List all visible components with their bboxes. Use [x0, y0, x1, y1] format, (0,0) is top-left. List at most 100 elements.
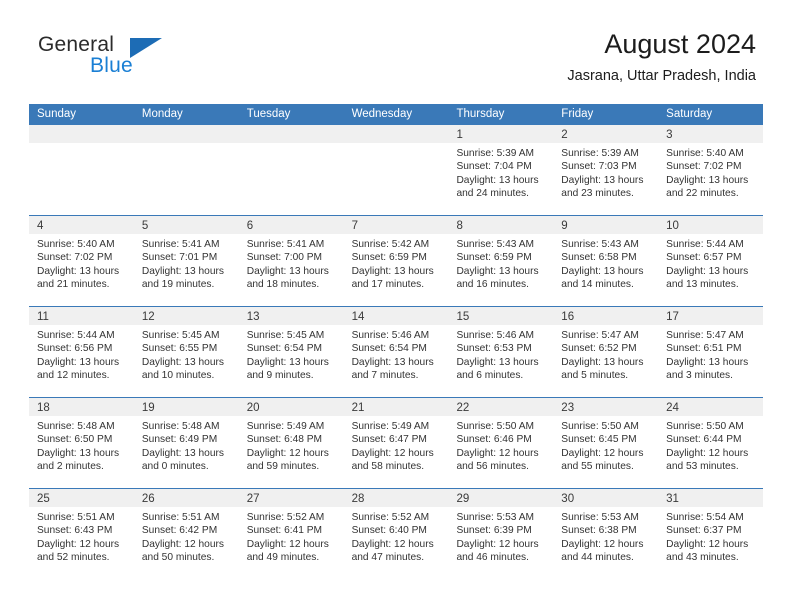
sunrise-text: Sunrise: 5:48 AM [141, 421, 220, 432]
calendar-weeks: 1 Sunrise: 5:39 AM Sunset: 7:04 PM Daylight… [29, 125, 764, 579]
calendar-day-cell[interactable]: 29 Sunrise: 5:53 AM Sunset: 6:39 PM Dayligh… [448, 489, 554, 579]
daylight-text: Daylight: 13 hours and 5 minutes. [561, 356, 644, 382]
sunset-text: Sunset: 7:01 PM [141, 252, 218, 264]
calendar-day-number-band: 12 [133, 307, 239, 325]
calendar-day-info: Sunrise: 5:39 AM Sunset: 7:04 PM Daylight:… [448, 143, 553, 201]
calendar-day-info: Sunrise: 5:53 AM Sunset: 6:39 PM Daylight:… [448, 507, 553, 565]
daylight-text: Daylight: 12 hours and 49 minutes. [246, 538, 329, 564]
calendar-day-info: Sunrise: 5:41 AM Sunset: 7:01 PM Daylight:… [134, 234, 239, 292]
calendar-day-cell[interactable]: 9 Sunrise: 5:43 AM Sunset: 6:58 PM Daylight… [553, 216, 659, 306]
sunrise-text: Sunrise: 5:53 AM [456, 512, 535, 523]
calendar-day-info: Sunrise: 5:42 AM Sunset: 6:59 PM Daylight:… [344, 234, 449, 292]
calendar-week-row: 11 Sunrise: 5:44 AM Sunset: 6:56 PM Dayligh… [29, 306, 764, 397]
sunset-text: Sunset: 6:50 PM [37, 434, 113, 446]
calendar-day-cell[interactable]: 16 Sunrise: 5:47 AM Sunset: 6:52 PM Dayligh… [553, 307, 659, 397]
calendar-day-number-band: 10 [658, 216, 764, 234]
calendar-day-cell[interactable]: 24 Sunrise: 5:50 AM Sunset: 6:44 PM Dayligh… [658, 398, 764, 488]
calendar-day-number: 6 [246, 220, 254, 232]
calendar-day-cell[interactable]: 6 Sunrise: 5:41 AM Sunset: 7:00 PM Daylight… [238, 216, 344, 306]
calendar-day-cell[interactable]: 27 Sunrise: 5:52 AM Sunset: 6:41 PM Dayligh… [238, 489, 344, 579]
calendar-day-cell[interactable]: 10 Sunrise: 5:44 AM Sunset: 6:57 PM Dayligh… [658, 216, 764, 306]
calendar-day-cell[interactable]: 20 Sunrise: 5:49 AM Sunset: 6:48 PM Dayligh… [238, 398, 344, 488]
calendar-day-cell[interactable]: 2 Sunrise: 5:39 AM Sunset: 7:03 PM Daylight… [553, 125, 659, 215]
calendar-day-number-band: 14 [343, 307, 449, 325]
weekday-header-row: Sunday Monday Tuesday Wednesday Thursday… [29, 104, 763, 125]
calendar-day-info: Sunrise: 5:49 AM Sunset: 6:47 PM Daylight:… [344, 416, 449, 474]
calendar-day-cell[interactable]: 8 Sunrise: 5:43 AM Sunset: 6:59 PM Daylight… [448, 216, 554, 306]
calendar-day-info: Sunrise: 5:50 AM Sunset: 6:46 PM Daylight:… [448, 416, 553, 474]
calendar-day-empty [238, 125, 344, 215]
calendar-week-row: 18 Sunrise: 5:48 AM Sunset: 6:50 PM Dayligh… [29, 397, 764, 488]
calendar-day-info: Sunrise: 5:43 AM Sunset: 6:59 PM Daylight:… [448, 234, 553, 292]
calendar-day-cell[interactable]: 31 Sunrise: 5:54 AM Sunset: 6:37 PM Dayligh… [658, 489, 764, 579]
calendar-day-cell[interactable]: 18 Sunrise: 5:48 AM Sunset: 6:50 PM Dayligh… [29, 398, 134, 488]
calendar-day-cell[interactable]: 23 Sunrise: 5:50 AM Sunset: 6:45 PM Dayligh… [553, 398, 659, 488]
calendar-day-number-band: 4 [29, 216, 134, 234]
sunrise-text: Sunrise: 5:39 AM [561, 148, 639, 159]
calendar-day-cell[interactable]: 15 Sunrise: 5:46 AM Sunset: 6:53 PM Dayligh… [448, 307, 554, 397]
calendar-day-cell[interactable]: 26 Sunrise: 5:51 AM Sunset: 6:42 PM Dayligh… [133, 489, 239, 579]
calendar-day-cell[interactable]: 19 Sunrise: 5:48 AM Sunset: 6:49 PM Dayligh… [133, 398, 239, 488]
calendar-day-number: 15 [456, 311, 470, 323]
calendar-day-cell[interactable]: 4 Sunrise: 5:40 AM Sunset: 7:02 PM Daylight… [29, 216, 134, 306]
calendar-day-cell[interactable]: 3 Sunrise: 5:40 AM Sunset: 7:02 PM Daylight… [658, 125, 764, 215]
calendar-day-info: Sunrise: 5:39 AM Sunset: 7:03 PM Daylight:… [553, 143, 658, 201]
calendar-day-number-band: 17 [658, 307, 764, 325]
brand-logo[interactable]: General Blue [32, 33, 232, 91]
calendar-day-cell[interactable]: 22 Sunrise: 5:50 AM Sunset: 6:46 PM Dayligh… [448, 398, 554, 488]
calendar-day-number: 22 [456, 402, 470, 414]
calendar-day-number: 31 [666, 493, 679, 505]
calendar-day-number: 4 [37, 220, 44, 232]
daylight-text: Daylight: 13 hours and 12 minutes. [37, 356, 120, 382]
calendar-day-info: Sunrise: 5:52 AM Sunset: 6:40 PM Daylight:… [344, 507, 449, 565]
calendar-day-info: Sunrise: 5:47 AM Sunset: 6:52 PM Daylight:… [553, 325, 658, 383]
calendar-day-cell[interactable]: 1 Sunrise: 5:39 AM Sunset: 7:04 PM Daylight… [448, 125, 554, 215]
calendar-day-number-band: 7 [343, 216, 449, 234]
daylight-text: Daylight: 13 hours and 18 minutes. [246, 265, 329, 291]
calendar-day-cell[interactable]: 5 Sunrise: 5:41 AM Sunset: 7:01 PM Daylight… [133, 216, 239, 306]
sunset-text: Sunset: 6:49 PM [141, 434, 218, 446]
daylight-text: Daylight: 13 hours and 14 minutes. [561, 265, 644, 291]
sunset-text: Sunset: 6:58 PM [561, 252, 637, 264]
sunset-text: Sunset: 6:46 PM [456, 434, 532, 446]
calendar-day-cell[interactable]: 25 Sunrise: 5:51 AM Sunset: 6:43 PM Dayligh… [29, 489, 134, 579]
calendar-day-info: Sunrise: 5:44 AM Sunset: 6:56 PM Daylight:… [29, 325, 134, 383]
sunset-text: Sunset: 6:59 PM [456, 252, 532, 264]
daylight-text: Daylight: 12 hours and 47 minutes. [351, 538, 434, 564]
calendar-day-number-band: 29 [448, 489, 554, 507]
sunrise-text: Sunrise: 5:52 AM [351, 512, 430, 523]
calendar-grid: Sunday Monday Tuesday Wednesday Thursday… [29, 104, 764, 579]
calendar-day-cell[interactable]: 17 Sunrise: 5:47 AM Sunset: 6:51 PM Dayligh… [658, 307, 764, 397]
calendar-day-cell[interactable]: 13 Sunrise: 5:45 AM Sunset: 6:54 PM Dayligh… [238, 307, 344, 397]
calendar-day-number: 19 [141, 402, 155, 414]
calendar-day-cell[interactable]: 11 Sunrise: 5:44 AM Sunset: 6:56 PM Dayligh… [29, 307, 134, 397]
calendar-day-cell[interactable]: 14 Sunrise: 5:46 AM Sunset: 6:54 PM Dayligh… [343, 307, 449, 397]
calendar-day-number-band: 13 [238, 307, 344, 325]
calendar-day-cell[interactable]: 21 Sunrise: 5:49 AM Sunset: 6:47 PM Dayligh… [343, 398, 449, 488]
calendar-day-cell[interactable]: 30 Sunrise: 5:53 AM Sunset: 6:38 PM Dayligh… [553, 489, 659, 579]
calendar-day-number: 18 [37, 402, 50, 414]
sunset-text: Sunset: 6:54 PM [351, 343, 427, 355]
sunset-text: Sunset: 6:39 PM [456, 525, 532, 537]
sunrise-text: Sunrise: 5:47 AM [666, 330, 744, 341]
calendar-day-info: Sunrise: 5:44 AM Sunset: 6:57 PM Daylight:… [658, 234, 763, 292]
calendar-day-info: Sunrise: 5:40 AM Sunset: 7:02 PM Daylight:… [29, 234, 134, 292]
sunset-text: Sunset: 7:04 PM [456, 161, 532, 173]
sunset-text: Sunset: 6:55 PM [141, 343, 218, 355]
sunrise-text: Sunrise: 5:49 AM [246, 421, 325, 432]
daylight-text: Daylight: 13 hours and 2 minutes. [37, 447, 120, 473]
calendar-day-cell[interactable]: 7 Sunrise: 5:42 AM Sunset: 6:59 PM Daylight… [343, 216, 449, 306]
calendar-day-cell[interactable]: 12 Sunrise: 5:45 AM Sunset: 6:55 PM Dayligh… [133, 307, 239, 397]
calendar-day-number-band: 8 [448, 216, 554, 234]
daylight-text: Daylight: 13 hours and 3 minutes. [666, 356, 749, 382]
sunset-text: Sunset: 6:48 PM [246, 434, 323, 446]
calendar-day-info: Sunrise: 5:46 AM Sunset: 6:54 PM Daylight:… [344, 325, 449, 383]
page-header: General Blue August 2024 Jasrana, Uttar … [0, 0, 792, 104]
sunset-text: Sunset: 7:02 PM [37, 252, 113, 264]
calendar-day-number: 7 [351, 220, 358, 232]
calendar-day-cell[interactable]: 28 Sunrise: 5:52 AM Sunset: 6:40 PM Dayligh… [343, 489, 449, 579]
sunset-text: Sunset: 6:44 PM [666, 434, 742, 446]
calendar-day-info: Sunrise: 5:50 AM Sunset: 6:45 PM Daylight:… [553, 416, 658, 474]
calendar-day-number-band: 6 [238, 216, 344, 234]
calendar-day-info: Sunrise: 5:50 AM Sunset: 6:44 PM Daylight:… [658, 416, 763, 474]
